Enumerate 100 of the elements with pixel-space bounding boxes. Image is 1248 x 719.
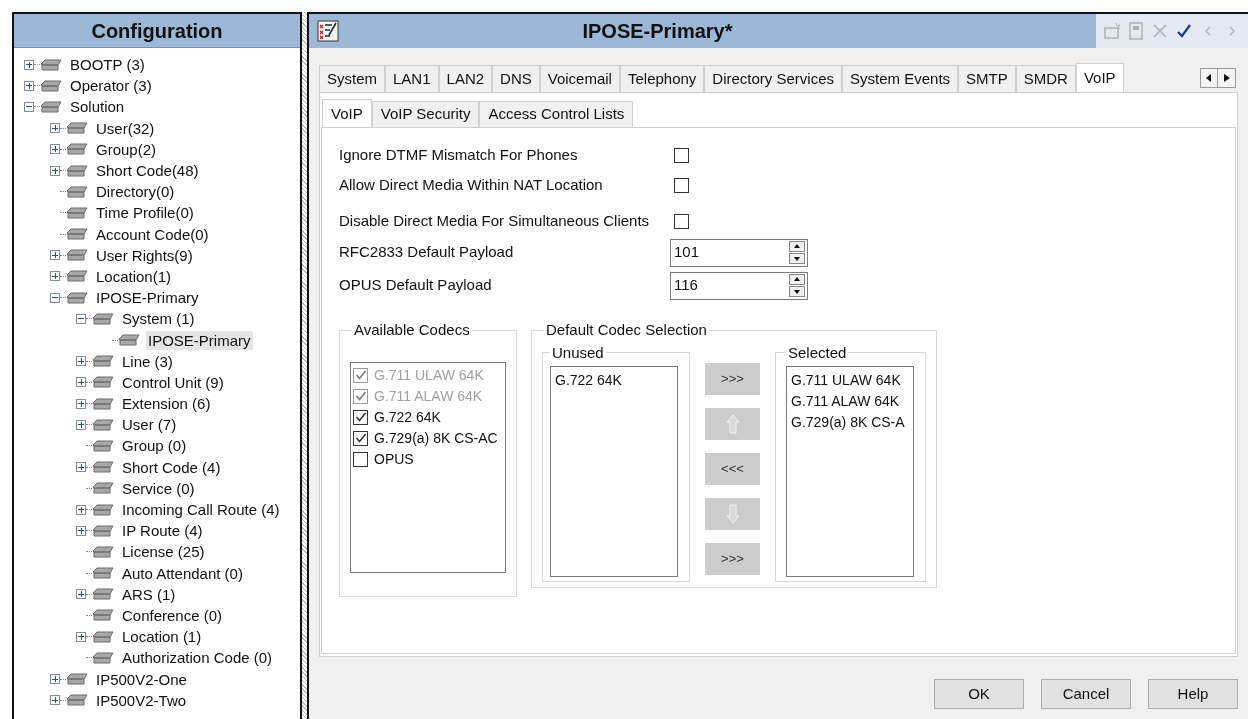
codec-label: OPUS bbox=[374, 449, 414, 469]
tree-item[interactable]: Location(1) bbox=[94, 266, 174, 286]
dialog-button[interactable]: Help bbox=[1148, 679, 1238, 709]
tab[interactable]: SMTP bbox=[958, 65, 1016, 92]
tree-item[interactable]: User (7) bbox=[120, 415, 179, 435]
tree-item[interactable]: Location (1) bbox=[120, 627, 204, 647]
tree-item[interactable]: IP Route (4) bbox=[120, 521, 205, 541]
codec-label: G.711 ALAW 64K bbox=[374, 386, 483, 406]
transfer-button[interactable]: >>> bbox=[705, 362, 760, 395]
collapse-toggle[interactable] bbox=[76, 313, 86, 324]
expand-toggle[interactable] bbox=[50, 144, 60, 155]
collapse-toggle[interactable] bbox=[50, 292, 60, 303]
spin-up-icon[interactable] bbox=[789, 241, 805, 252]
tab[interactable]: Telephony bbox=[619, 65, 705, 92]
tree-item[interactable]: Operator (3) bbox=[68, 76, 154, 96]
number-spinner[interactable]: 116 bbox=[670, 271, 808, 300]
expand-toggle[interactable] bbox=[76, 589, 86, 600]
checkbox[interactable] bbox=[674, 213, 689, 229]
checkbox[interactable] bbox=[353, 409, 368, 425]
tree-item[interactable]: Short Code (4) bbox=[120, 457, 223, 477]
expand-toggle[interactable] bbox=[76, 525, 86, 536]
spin-down-icon[interactable] bbox=[789, 286, 805, 297]
expand-toggle[interactable] bbox=[76, 398, 86, 409]
tree-item[interactable]: Service (0) bbox=[120, 478, 197, 498]
tab[interactable]: Directory Services bbox=[704, 65, 843, 92]
tab[interactable]: LAN2 bbox=[438, 65, 493, 92]
tree-item[interactable]: Conference (0) bbox=[120, 605, 225, 625]
checkbox[interactable] bbox=[674, 177, 689, 193]
tab[interactable]: System Events bbox=[842, 65, 959, 92]
transfer-button[interactable]: >>> bbox=[705, 542, 760, 575]
tree-item[interactable]: BOOTP (3) bbox=[68, 55, 147, 75]
tab[interactable]: System bbox=[319, 65, 385, 92]
tree-item[interactable]: User Rights(9) bbox=[94, 245, 195, 265]
expand-toggle[interactable] bbox=[76, 631, 86, 642]
expand-toggle[interactable] bbox=[76, 504, 86, 515]
expand-toggle[interactable] bbox=[24, 80, 34, 91]
panel-title: Configuration bbox=[91, 18, 223, 44]
checkbox[interactable] bbox=[674, 147, 689, 163]
tree-item[interactable]: Solution bbox=[68, 97, 127, 117]
tree-item[interactable]: IP500V2-Two bbox=[94, 690, 189, 710]
transfer-button[interactable]: <<< bbox=[705, 452, 760, 485]
tree-item[interactable]: Group(2) bbox=[94, 139, 159, 159]
tab[interactable]: VoIP bbox=[1075, 63, 1124, 93]
dialog-button[interactable]: OK bbox=[934, 679, 1024, 709]
check-icon bbox=[354, 411, 367, 423]
device-icon bbox=[92, 460, 114, 475]
spin-down-icon[interactable] bbox=[789, 253, 805, 264]
tree-item[interactable]: Incoming Call Route (4) bbox=[120, 500, 282, 520]
list-item[interactable]: G.729(a) 8K CS-A bbox=[791, 412, 909, 433]
tree-item[interactable]: Control Unit (9) bbox=[120, 372, 226, 392]
tab[interactable]: DNS bbox=[492, 65, 540, 92]
list-item[interactable]: G.722 64K bbox=[555, 370, 673, 391]
expand-toggle[interactable] bbox=[50, 250, 60, 261]
checkbox[interactable] bbox=[353, 430, 368, 446]
tree-item[interactable]: ARS (1) bbox=[120, 584, 178, 604]
list-item[interactable]: G.711 ULAW 64K bbox=[791, 370, 909, 391]
tree-item[interactable]: Account Code(0) bbox=[94, 224, 211, 244]
list-box[interactable]: G.722 64K bbox=[550, 366, 678, 577]
tab-scroll-left[interactable] bbox=[1201, 69, 1218, 87]
checkbox[interactable] bbox=[353, 451, 368, 467]
tab[interactable]: Access Control Lists bbox=[479, 101, 634, 127]
tree-item[interactable]: Extension (6) bbox=[120, 394, 213, 414]
tab[interactable]: Voicemail bbox=[539, 65, 620, 92]
tree-item[interactable]: IP500V2-One bbox=[94, 669, 189, 689]
tab[interactable]: LAN1 bbox=[385, 65, 439, 92]
list-item[interactable]: G.711 ALAW 64K bbox=[791, 391, 909, 412]
expand-toggle[interactable] bbox=[50, 271, 60, 282]
tree-item[interactable]: Authorization Code (0) bbox=[120, 648, 275, 668]
tree-item[interactable]: Time Profile(0) bbox=[94, 203, 196, 223]
spin-up-icon[interactable] bbox=[789, 274, 805, 285]
expand-toggle[interactable] bbox=[24, 59, 34, 70]
tree-item[interactable]: System (1) bbox=[120, 309, 197, 329]
tree-item[interactable]: Group (0) bbox=[120, 436, 189, 456]
dialog-button[interactable]: Cancel bbox=[1041, 679, 1131, 709]
setting-label: OPUS Default Payload bbox=[339, 275, 493, 296]
tree-item[interactable]: Short Code(48) bbox=[94, 161, 201, 181]
expand-toggle[interactable] bbox=[76, 419, 86, 430]
tab[interactable]: VoIP Security bbox=[371, 101, 480, 127]
expand-toggle[interactable] bbox=[50, 165, 60, 176]
tree-item[interactable]: IPOSE-Primary bbox=[146, 330, 253, 350]
tree-item[interactable]: Directory(0) bbox=[94, 182, 177, 202]
number-spinner[interactable]: 101 bbox=[670, 238, 808, 267]
list-box[interactable]: G.711 ULAW 64K G.711 ALAW 64K G.729(a) 8K CS-A bbox=[786, 366, 914, 577]
tree-item[interactable]: IPOSE-Primary bbox=[94, 288, 201, 308]
expand-toggle[interactable] bbox=[76, 462, 86, 473]
expand-toggle[interactable] bbox=[50, 123, 60, 134]
tree-item[interactable]: Auto Attendant (0) bbox=[120, 563, 245, 583]
expand-toggle[interactable] bbox=[50, 695, 60, 706]
expand-toggle[interactable] bbox=[76, 377, 86, 388]
device-icon bbox=[92, 396, 114, 411]
tree-item[interactable]: User(32) bbox=[94, 118, 157, 138]
tab[interactable]: SMDR bbox=[1015, 65, 1076, 92]
device-icon bbox=[92, 502, 114, 517]
collapse-toggle[interactable] bbox=[24, 101, 34, 112]
expand-toggle[interactable] bbox=[50, 674, 60, 685]
expand-toggle[interactable] bbox=[76, 356, 86, 367]
tree-item[interactable]: Line (3) bbox=[120, 351, 175, 371]
tree-item[interactable]: License (25) bbox=[120, 542, 207, 562]
tab[interactable]: VoIP bbox=[322, 99, 372, 128]
tab-scroll-right[interactable] bbox=[1218, 69, 1235, 87]
